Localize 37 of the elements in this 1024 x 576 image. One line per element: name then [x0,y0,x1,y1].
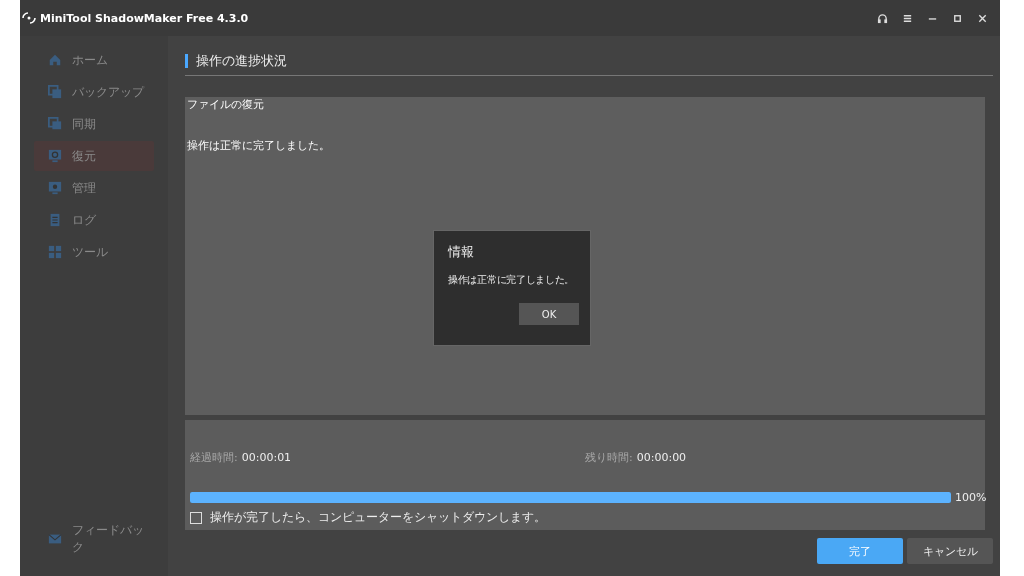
ok-button[interactable]: OK [519,303,579,325]
cancel-button[interactable]: キャンセル [907,538,993,564]
remaining-time: 00:00:00 [636,451,687,464]
stacked-squares-icon [48,117,62,131]
home-icon [48,53,62,67]
headset-icon[interactable] [877,12,888,24]
menu-icon[interactable] [902,12,913,24]
sidebar-item[interactable]: バックアップ [34,77,154,107]
shutdown-checkbox[interactable] [190,511,202,524]
log-title: ファイルの復元 [187,97,265,112]
sidebar-item[interactable]: 復元 [34,141,154,171]
maximize-icon[interactable] [952,12,963,24]
document-icon [48,213,62,227]
sidebar-item[interactable]: 管理 [34,173,154,203]
elapsed-time: 00:00:01 [241,451,292,464]
elapsed-label: 経過時間: [190,450,238,465]
progress-percent: 100% [955,491,985,504]
log-message: 操作は正常に完了しました。 [187,138,331,153]
dialog-message: 操作は正常に完了しました。 [448,273,576,287]
grid-icon [48,245,62,259]
monitor-icon [48,149,62,163]
dialog-title: 情報 [448,243,475,261]
finish-button[interactable]: 完了 [817,538,903,564]
feedback-link[interactable]: フィードバック [34,524,154,554]
stacked-squares-icon [48,85,62,99]
sidebar-item[interactable]: ツール [34,237,154,267]
envelope-icon [48,532,62,546]
close-icon[interactable] [977,12,988,24]
sidebar-item[interactable]: 同期 [34,109,154,139]
logo-icon [22,12,36,24]
sidebar-item[interactable]: ホーム [34,45,154,75]
remaining-label: 残り時間: [585,450,633,465]
sidebar-item[interactable]: ログ [34,205,154,235]
monitor-icon [48,181,62,195]
window-title: MiniTool ShadowMaker Free 4.3.0 [40,11,250,25]
section-title: 操作の進捗状況 [196,52,287,70]
shutdown-label: 操作が完了したら、コンピューターをシャットダウンします。 [210,509,546,526]
